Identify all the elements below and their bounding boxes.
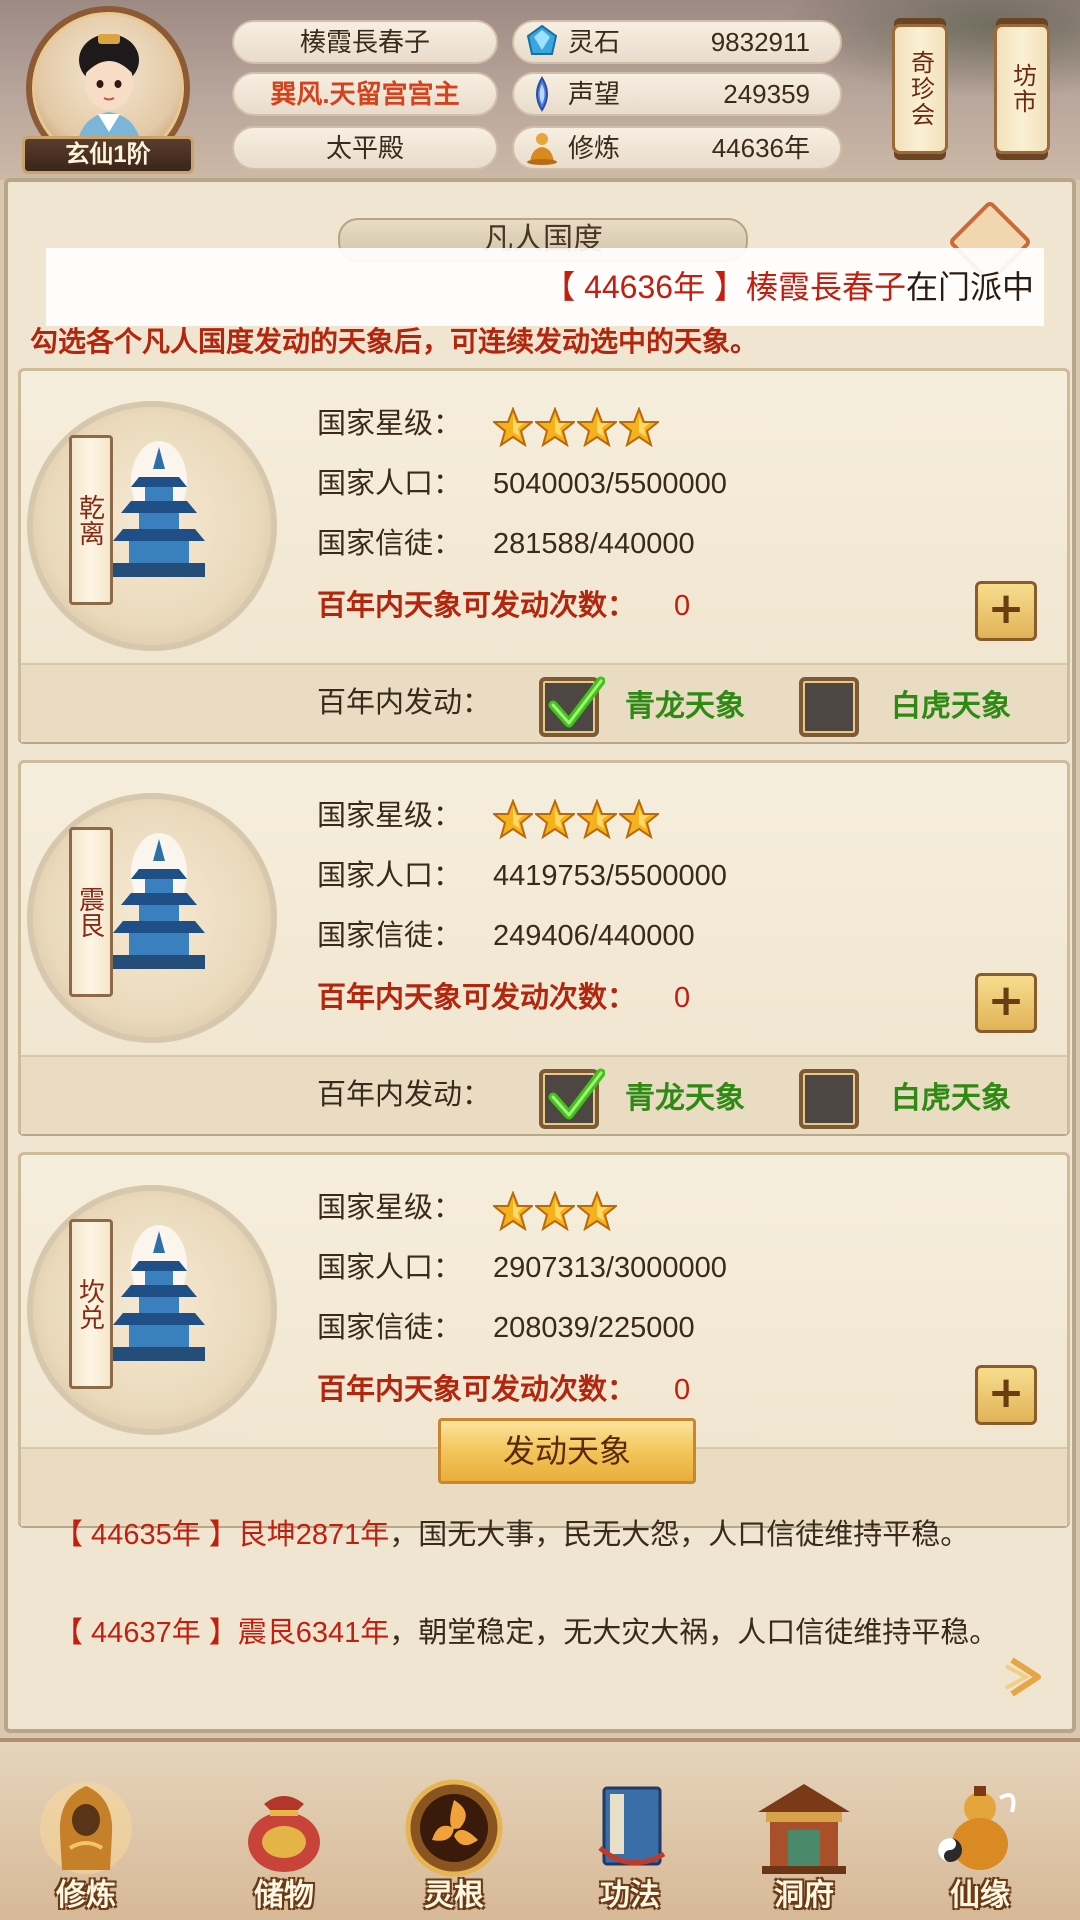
add-launch-count-button[interactable]: + xyxy=(975,581,1037,641)
star-rating-row: 国家星级： xyxy=(317,399,661,449)
add-launch-count-button[interactable]: + xyxy=(975,973,1037,1033)
star-icon xyxy=(575,797,619,840)
player-title: 巽风.天留宫宫主 xyxy=(232,72,498,116)
event-log-entry: 【 44637年 】震艮6341年，朝堂稳定，无大灾大祸，人口信徒维持平稳。 xyxy=(54,1617,999,1649)
top-status-bar: 玄仙1阶 楱霞長春子 巽风.天留宫宫主 太平殿 灵石 9832911 声望 24… xyxy=(0,0,1080,180)
baihu-label[interactable]: 白虎天象 xyxy=(891,1069,1011,1129)
treasure-auction-button[interactable]: 奇珍会 xyxy=(892,24,948,154)
believers-value: 249406/440000 xyxy=(493,920,695,952)
qinglong-label[interactable]: 青龙天象 xyxy=(625,1069,745,1129)
bottom-navigation: 修炼 储物 灵根 功法 洞府 仙缘 xyxy=(0,1738,1080,1920)
meditation-icon xyxy=(527,133,557,165)
star-rating xyxy=(491,400,661,450)
pagoda-icon xyxy=(113,441,205,577)
kingdom-name-tag: 乾离 xyxy=(69,435,113,605)
nav-destiny[interactable]: 仙缘 xyxy=(910,1742,1050,1920)
believers-row: 国家信徒： 208039/225000 xyxy=(317,1312,695,1344)
pagoda-icon xyxy=(113,833,205,969)
kingdom-card: 乾离 国家星级： 国家人口： 5040003/5500000 国家信徒： 28158… xyxy=(18,368,1070,742)
star-icon xyxy=(491,1189,535,1232)
qinglong-checkbox[interactable] xyxy=(539,676,605,737)
star-rating-row: 国家星级： xyxy=(317,791,661,841)
event-log-entry: 【 44635年 】艮坤2871年，国无大事，民无大怨，人口信徒维持平稳。 xyxy=(54,1519,970,1551)
storage-bag-icon xyxy=(248,1796,320,1872)
nav-cave-mansion[interactable]: 洞府 xyxy=(734,1742,874,1920)
launch-count-row: 百年内天象可发动次数： 0 xyxy=(317,982,691,1014)
launch-count-value: 0 xyxy=(674,1374,691,1406)
population-row: 国家人口： 2907313/3000000 xyxy=(317,1252,727,1284)
believers-row: 国家信徒： 281588/440000 xyxy=(317,528,695,560)
baihu-label[interactable]: 白虎天象 xyxy=(891,677,1011,737)
believers-value: 208039/225000 xyxy=(493,1312,695,1344)
star-icon xyxy=(575,405,619,448)
reputation-crystal-icon xyxy=(536,76,548,112)
market-button[interactable]: 坊市 xyxy=(994,24,1050,154)
player-name: 楱霞長春子 xyxy=(232,20,498,64)
spirit-stone-icon xyxy=(526,24,558,55)
technique-book-icon xyxy=(598,1786,666,1866)
kingdom-card: 震艮 国家星级： 国家人口： 4419753/5500000 国家信徒： 24940… xyxy=(18,760,1070,1134)
kingdom-name-tag: 坎兑 xyxy=(69,1219,113,1389)
pagoda-icon xyxy=(113,1225,205,1361)
announcement-marquee: 【 44636年 】楱霞長春子在门派中 xyxy=(46,248,1044,326)
star-icon xyxy=(533,1189,577,1232)
mortal-kingdoms-panel: 凡人国度 【 44636年 】楱霞長春子在门派中 勾选各个凡人国度发动的天象后，… xyxy=(4,178,1076,1733)
cultivate-icon xyxy=(40,1782,132,1874)
reputation-counter[interactable]: 声望 249359 xyxy=(512,72,842,116)
star-rating xyxy=(491,792,661,842)
rank-badge: 玄仙1阶 xyxy=(22,136,194,174)
believers-row: 国家信徒： 249406/440000 xyxy=(317,920,695,952)
kingdom-name-tag: 震艮 xyxy=(69,827,113,997)
launch-label: 百年内发动： xyxy=(317,687,492,719)
star-rating xyxy=(491,1184,619,1234)
star-icon xyxy=(533,797,577,840)
launch-label: 百年内发动： xyxy=(317,1079,492,1111)
star-icon xyxy=(617,405,661,448)
population-value: 4419753/5500000 xyxy=(493,860,727,892)
nav-spirit-root[interactable]: 灵根 xyxy=(384,1742,524,1920)
population-row: 国家人口： 4419753/5500000 xyxy=(317,860,727,892)
star-icon xyxy=(533,405,577,448)
baihu-checkbox[interactable] xyxy=(799,1069,859,1129)
add-launch-count-button[interactable]: + xyxy=(975,1365,1037,1425)
avatar-portrait-icon xyxy=(76,34,142,150)
nav-storage[interactable]: 储物 xyxy=(214,1742,354,1920)
player-hall: 太平殿 xyxy=(232,126,498,170)
baihu-checkbox[interactable] xyxy=(799,677,859,737)
population-row: 国家人口： 5040003/5500000 xyxy=(317,468,727,500)
qinglong-label[interactable]: 青龙天象 xyxy=(625,677,745,737)
destiny-gourd-icon xyxy=(938,1786,1016,1870)
instruction-text: 勾选各个凡人国度发动的天象后，可连续发动选中的天象。 xyxy=(30,326,759,357)
launch-count-row: 百年内天象可发动次数： 0 xyxy=(317,590,691,622)
launch-count-value: 0 xyxy=(674,982,691,1014)
launch-count-row: 百年内天象可发动次数： 0 xyxy=(317,1374,691,1406)
launch-count-value: 0 xyxy=(674,590,691,622)
population-value: 5040003/5500000 xyxy=(493,468,727,500)
cave-mansion-icon xyxy=(758,1784,850,1874)
cultivation-counter[interactable]: 修炼 44636年 xyxy=(512,126,842,170)
launch-phenomena-button[interactable]: 发动天象 xyxy=(438,1418,696,1484)
spirit-stone-counter[interactable]: 灵石 9832911 xyxy=(512,20,842,64)
star-icon xyxy=(491,797,535,840)
star-icon xyxy=(617,797,661,840)
spirit-root-icon xyxy=(405,1779,503,1877)
believers-value: 281588/440000 xyxy=(493,528,695,560)
expand-log-arrow-icon[interactable] xyxy=(1002,1654,1048,1700)
qinglong-checkbox[interactable] xyxy=(539,1068,605,1129)
star-rating-row: 国家星级： xyxy=(317,1183,619,1233)
checkmark-icon xyxy=(548,1068,605,1120)
nav-technique[interactable]: 功法 xyxy=(560,1742,700,1920)
kingdom-list[interactable]: 乾离 国家星级： 国家人口： 5040003/5500000 国家信徒： 28158… xyxy=(18,368,1070,1576)
star-icon xyxy=(491,405,535,448)
nav-cultivate[interactable]: 修炼 xyxy=(16,1742,156,1920)
checkmark-icon xyxy=(548,676,605,728)
population-value: 2907313/3000000 xyxy=(493,1252,727,1284)
star-icon xyxy=(575,1189,619,1232)
